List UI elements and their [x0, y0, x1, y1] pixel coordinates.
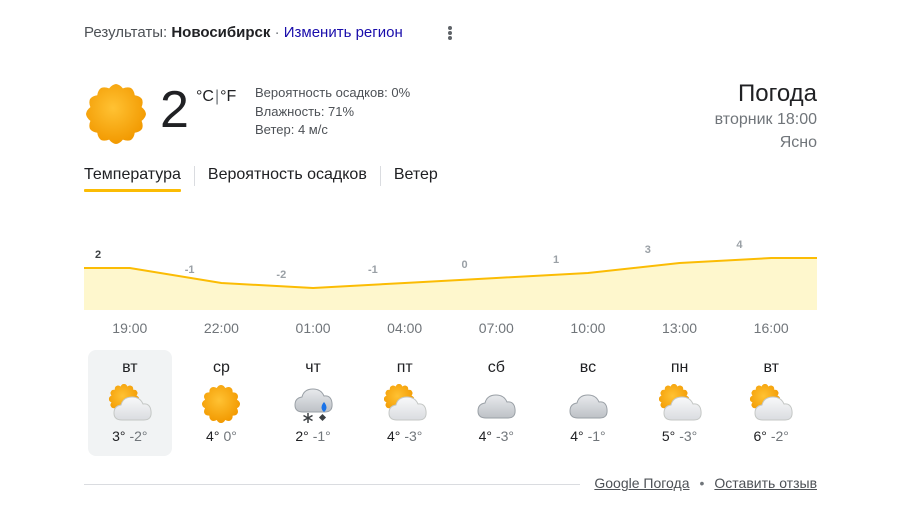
day-forecast-item[interactable]: чт 2° -1° — [271, 350, 355, 456]
partly-cloudy-icon — [108, 382, 152, 426]
hour-label: 19:00 — [112, 320, 148, 336]
fahrenheit-unit[interactable]: °F — [220, 88, 236, 105]
wind-text: Ветер: 4 м/с — [255, 122, 328, 137]
separator-dot: · — [274, 24, 280, 41]
humidity-text: Влажность: 71% — [255, 103, 355, 119]
day-temps: 6° -2° — [729, 428, 813, 444]
day-name: вт — [763, 359, 779, 376]
chart-point-label: 0 — [461, 259, 467, 271]
sunny-icon — [199, 382, 243, 426]
chart-point-label: 3 — [645, 244, 651, 256]
day-temps: 3° -2° — [88, 428, 172, 444]
day-name: вт — [122, 359, 138, 376]
daily-forecast: вт 3° -2° ср 4° 0° чт 2° -1° пт 4° -3° сб 4° -3° вс 4° -1… — [84, 350, 817, 456]
footer-links: Google Погода • Оставить отзыв — [594, 475, 817, 491]
day-forecast-item[interactable]: пн 5° -3° — [638, 350, 722, 456]
unit-separator: | — [214, 88, 220, 105]
day-temps: 4° -1° — [546, 428, 630, 444]
unit-toggle: °C|°F — [196, 88, 236, 106]
hour-label: 01:00 — [295, 320, 331, 336]
day-temps: 4° -3° — [454, 428, 538, 444]
tab-divider — [193, 166, 195, 186]
day-low: -3° — [404, 428, 423, 444]
hour-label: 22:00 — [203, 320, 239, 336]
tab-divider — [379, 166, 381, 186]
chart-point-label: -1 — [368, 264, 378, 276]
partly-cloudy-icon — [383, 382, 427, 426]
day-temps: 5° -3° — [638, 428, 722, 444]
chart-point-label: -2 — [276, 269, 286, 281]
day-name: ср — [212, 359, 230, 376]
partly-cloudy-icon — [749, 382, 793, 426]
hour-label: 04:00 — [387, 320, 423, 336]
day-low: -2° — [129, 428, 148, 444]
day-forecast-item[interactable]: ср 4° 0° — [179, 350, 263, 456]
day-temps: 4° -3° — [363, 428, 447, 444]
weather-title-block: Погода вторник 18:00 Ясно — [715, 80, 817, 154]
tab-wind[interactable]: Ветер — [394, 164, 438, 192]
hour-label: 07:00 — [478, 320, 514, 336]
cloudy-icon — [566, 382, 610, 426]
day-forecast-item[interactable]: вс 4° -1° — [546, 350, 630, 456]
day-high: 6° — [753, 428, 767, 444]
city-name: Новосибирск — [171, 24, 271, 41]
chart-point-label: 2 — [95, 249, 101, 261]
day-high: 4° — [478, 428, 492, 444]
sunny-icon — [86, 84, 146, 144]
weather-title: Погода — [738, 80, 817, 107]
feedback-link[interactable]: Оставить отзыв — [714, 475, 817, 491]
current-temperature: 2 — [160, 81, 189, 139]
change-region-link[interactable]: Изменить регион — [284, 24, 403, 41]
chart-point-label: -1 — [185, 264, 195, 276]
weather-condition: Ясно — [779, 134, 817, 151]
temperature-chart: 2 -1 -2 -1 0 1 3 4 — [84, 239, 817, 310]
cloudy-icon — [474, 382, 518, 426]
results-line: Результаты: Новосибирск · Изменить регио… — [84, 24, 403, 41]
chart-point-label: 1 — [553, 254, 559, 266]
tab-precipitation[interactable]: Вероятность осадков — [208, 164, 367, 192]
day-high: 5° — [661, 428, 676, 444]
day-high: 4° — [386, 428, 401, 444]
day-low: -1° — [587, 428, 606, 444]
day-temps: 2° -1° — [271, 428, 355, 444]
footer-divider — [84, 484, 580, 485]
partly-cloudy-icon — [658, 382, 702, 426]
hour-labels: 19:00 22:00 01:00 04:00 07:00 10:00 13:00 16:00 — [84, 320, 817, 340]
day-name: пт — [396, 359, 413, 376]
chart-point-label: 4 — [736, 239, 743, 251]
hour-label: 10:00 — [570, 320, 606, 336]
day-low: -2° — [770, 428, 789, 444]
day-temps: 4° 0° — [179, 428, 263, 444]
day-high: 4° — [206, 428, 220, 444]
day-low: -3° — [495, 428, 515, 444]
more-options-icon[interactable] — [440, 22, 460, 44]
day-name: вс — [579, 359, 597, 376]
day-name: сб — [487, 359, 505, 376]
day-forecast-item[interactable]: вт 3° -2° — [87, 350, 172, 456]
hour-label: 13:00 — [662, 320, 698, 336]
results-prefix: Результаты: — [84, 24, 168, 41]
google-weather-link[interactable]: Google Погода — [594, 475, 689, 491]
weather-tabs: Температура Вероятность осадков Ветер — [84, 164, 438, 192]
day-forecast-item[interactable]: вт 6° -2° — [729, 350, 813, 456]
weather-datetime: вторник 18:00 — [714, 111, 817, 128]
day-low: 0° — [223, 428, 237, 444]
day-low: -3° — [679, 428, 698, 444]
celsius-unit[interactable]: °C — [196, 88, 214, 105]
tab-temperature[interactable]: Температура — [84, 164, 181, 192]
footer-bullet: • — [699, 475, 705, 491]
day-name: пн — [670, 359, 689, 376]
day-high: 2° — [295, 428, 309, 444]
day-name: чт — [305, 359, 321, 376]
current-details: Вероятность осадков: 0% Влажность: 71% В… — [255, 84, 410, 140]
day-high: 4° — [570, 428, 584, 444]
cloudy-snow-rain-icon — [291, 382, 335, 426]
day-forecast-item[interactable]: сб 4° -3° — [454, 350, 538, 456]
hour-label: 16:00 — [753, 320, 789, 336]
day-high: 3° — [112, 428, 126, 444]
precipitation-text: Вероятность осадков: 0% — [255, 85, 411, 100]
day-low: -1° — [312, 428, 331, 444]
day-forecast-item[interactable]: пт 4° -3° — [363, 350, 447, 456]
